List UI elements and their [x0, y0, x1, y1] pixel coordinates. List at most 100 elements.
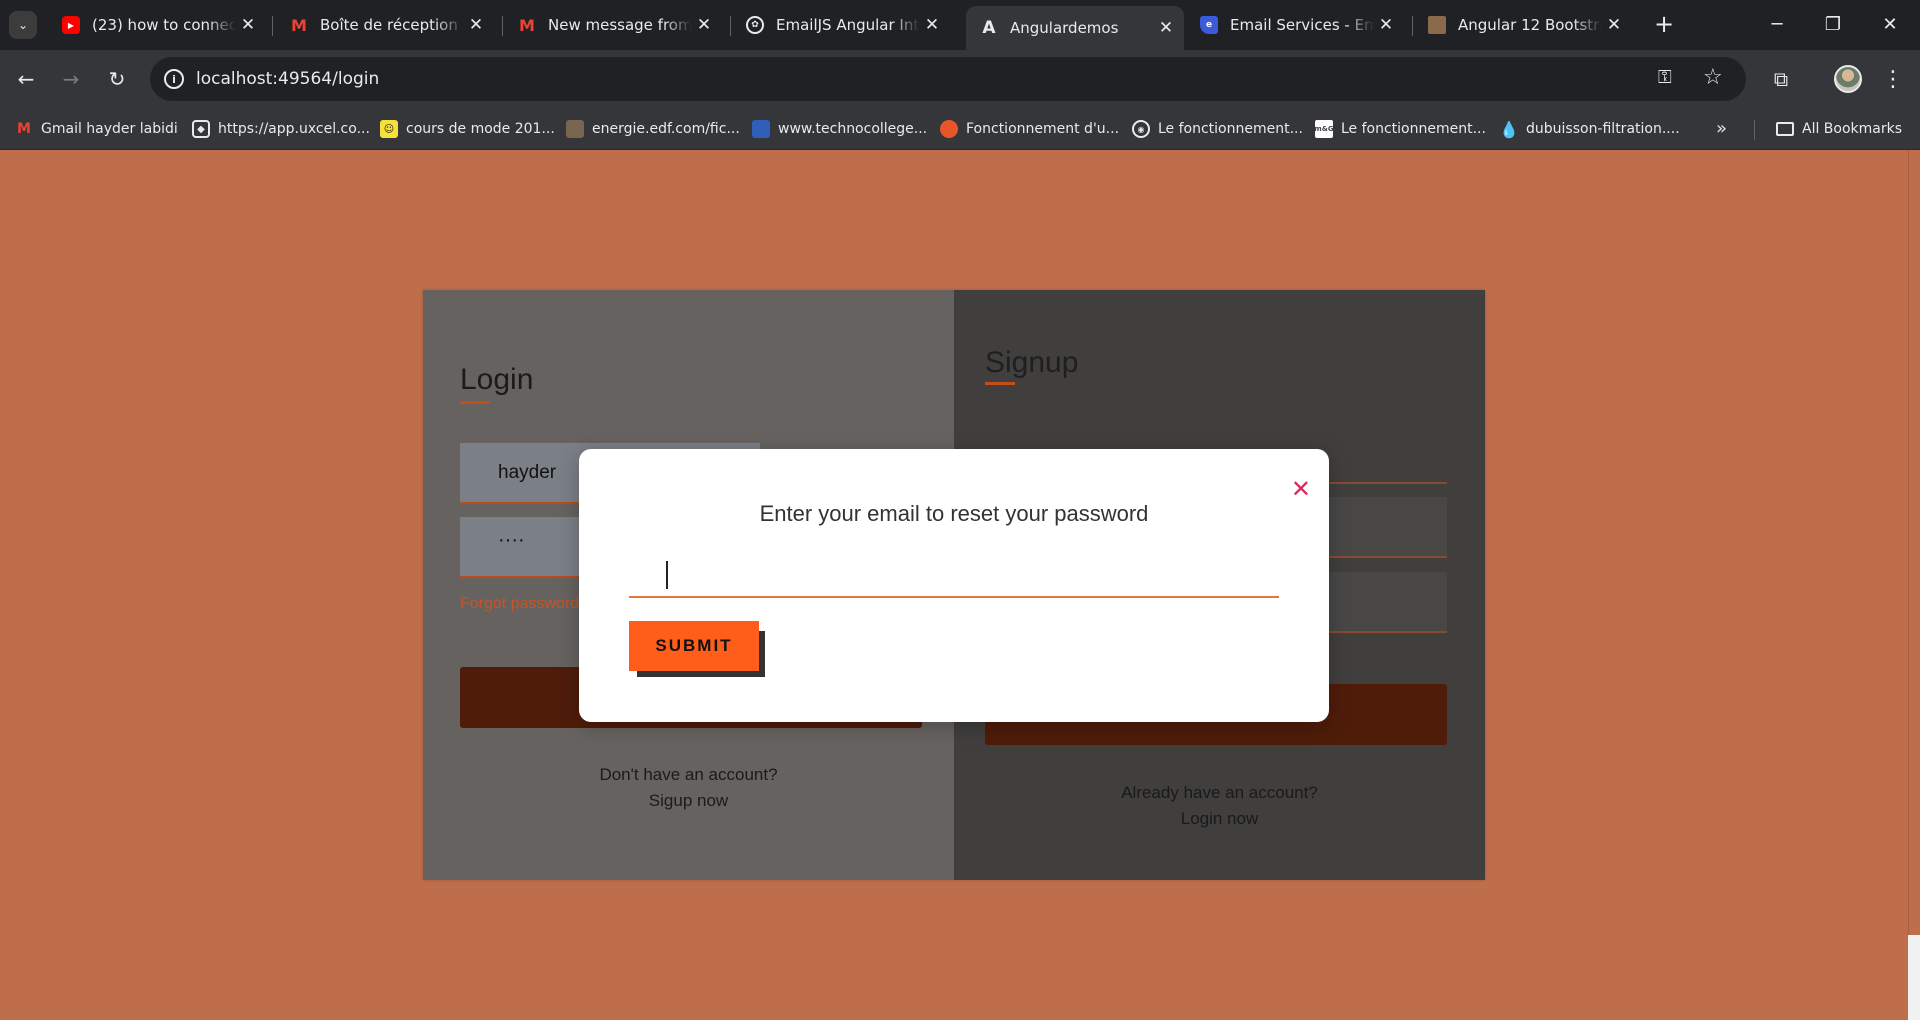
drop-icon: 💧	[1499, 119, 1519, 139]
login-now-link[interactable]: Login now	[954, 806, 1485, 832]
bookmark-star-icon[interactable]: ☆	[1703, 65, 1723, 90]
tab-strip: ⌄ ▶ (23) how to connect emailjs ✕ M Boît…	[0, 0, 1920, 50]
tab-divider	[272, 16, 273, 36]
signup-now-link[interactable]: Sigup now	[423, 788, 954, 814]
tab-gmail-new-message[interactable]: M New message from ✕	[504, 6, 722, 44]
modal-title: Enter your email to reset your password	[759, 501, 1149, 526]
gmail-icon: M	[291, 15, 307, 35]
reload-button[interactable]: ↻	[101, 63, 133, 95]
extensions-icon[interactable]: ⧉	[1765, 63, 1797, 95]
close-icon[interactable]: ✕	[920, 15, 944, 35]
have-account-text: Already have an account?	[1121, 783, 1318, 802]
tab-divider	[1412, 16, 1413, 36]
login-heading-underline	[460, 401, 490, 404]
site-info-icon[interactable]: i	[164, 69, 184, 89]
back-button[interactable]: ←	[10, 63, 42, 95]
image-icon	[566, 120, 584, 138]
bookmark-item[interactable]: www.technocollege...	[752, 119, 927, 139]
restore-button[interactable]: ❐	[1813, 8, 1853, 40]
bookmark-item[interactable]: Fonctionnement d'u...	[940, 119, 1119, 139]
bookmark-label: Le fonctionnement...	[1158, 121, 1303, 137]
tab-email-services[interactable]: e Email Services - EmailJS ✕	[1186, 6, 1404, 44]
reset-email-input[interactable]	[629, 550, 1279, 598]
bookmark-label: cours de mode 201...	[406, 121, 555, 137]
hexagon-icon	[940, 120, 958, 138]
signup-heading: Signup	[985, 346, 1079, 379]
bookmark-label: Gmail hayder labidi	[41, 121, 178, 137]
reset-password-modal: ✕ Enter your email to reset your passwor…	[579, 449, 1329, 722]
tab-title: New message from	[548, 16, 692, 34]
bookmark-label: energie.edf.com/fic...	[592, 121, 740, 137]
toolbar: ← → ↻ i localhost:49564/login ⚿ ☆ ⧉ ⋮	[0, 50, 1920, 108]
close-window-button[interactable]: ✕	[1870, 8, 1910, 40]
forgot-password-link[interactable]: Forgot password?	[460, 595, 588, 613]
close-icon[interactable]: ✕	[692, 15, 716, 35]
more-bookmarks-icon[interactable]: »	[1716, 118, 1727, 139]
new-tab-button[interactable]: +	[1650, 10, 1678, 38]
scrollbar[interactable]	[1908, 150, 1920, 935]
folder-icon	[1776, 122, 1794, 136]
no-account-text: Don't have an account?	[599, 765, 778, 784]
forward-button[interactable]: →	[55, 63, 87, 95]
bookmark-item[interactable]: 💧 dubuisson-filtration....	[1499, 119, 1680, 139]
login-footer: Don't have an account? Sigup now	[423, 762, 954, 814]
bookmark-item[interactable]: M Gmail hayder labidi	[15, 119, 178, 139]
address-bar[interactable]: i localhost:49564/login ⚿ ☆	[150, 57, 1746, 101]
cube-icon: ◆	[192, 120, 210, 138]
bookmark-label: dubuisson-filtration....	[1526, 121, 1680, 137]
menu-icon[interactable]: ⋮	[1877, 63, 1909, 95]
all-bookmarks-button[interactable]: All Bookmarks	[1776, 119, 1902, 139]
login-heading: Login	[460, 363, 534, 396]
bookmark-label: www.technocollege...	[778, 121, 928, 137]
bookmark-item[interactable]: ☺ cours de mode 201...	[380, 119, 555, 139]
bookmark-item[interactable]: ◆ https://app.uxcel.co...	[192, 119, 370, 139]
tab-title: (23) how to connect emailjs	[92, 16, 236, 34]
tab-angulardemos[interactable]: A Angulardemos ✕	[966, 6, 1184, 50]
tab-title: Email Services - EmailJS	[1230, 16, 1374, 34]
site-icon	[752, 120, 770, 138]
tab-youtube[interactable]: ▶ (23) how to connect emailjs ✕	[48, 6, 266, 44]
tab-title: EmailJS Angular Integration	[776, 16, 920, 34]
emailjs-icon: e	[1200, 16, 1218, 34]
close-icon[interactable]: ✕	[236, 15, 260, 35]
angular-icon: A	[982, 18, 996, 38]
bookmark-item[interactable]: ◉ Le fonctionnement...	[1132, 119, 1303, 139]
bookmark-item[interactable]: m&G Le fonctionnement...	[1314, 119, 1486, 139]
signup-heading-underline	[985, 382, 1015, 385]
tab-divider	[502, 16, 503, 36]
tab-divider	[730, 16, 731, 36]
gmail-icon: M	[17, 121, 31, 137]
tab-title: Angulardemos	[1010, 19, 1119, 37]
openai-icon: ✿	[746, 16, 764, 34]
tab-gmail-inbox[interactable]: M Boîte de réception (1) ✕	[276, 6, 494, 44]
youtube-icon: ▶	[62, 16, 80, 34]
smiley-icon: ☺	[380, 120, 398, 138]
close-icon[interactable]: ✕	[1154, 18, 1178, 38]
bookmarks-divider	[1754, 120, 1755, 140]
submit-button[interactable]: SUBMIT	[629, 621, 759, 671]
close-icon[interactable]: ✕	[1602, 15, 1626, 35]
bookmark-label: Le fonctionnement...	[1341, 121, 1486, 137]
mag-icon: m&G	[1314, 120, 1334, 138]
password-key-icon[interactable]: ⚿	[1658, 67, 1672, 88]
tab-emailjs-angular[interactable]: ✿ EmailJS Angular Integration ✕	[732, 6, 950, 44]
gmail-icon: M	[519, 15, 535, 35]
bookmark-item[interactable]: energie.edf.com/fic...	[566, 119, 740, 139]
all-bookmarks-label: All Bookmarks	[1802, 121, 1903, 137]
tab-angular-bootstrap[interactable]: Angular 12 Bootstrap ✕	[1414, 6, 1632, 44]
scrollbar-track[interactable]	[1908, 935, 1920, 1020]
close-icon[interactable]: ✕	[464, 15, 488, 35]
close-icon[interactable]: ✕	[1374, 15, 1398, 35]
url-text[interactable]: localhost:49564/login	[196, 69, 379, 89]
image-icon	[1428, 16, 1446, 34]
signup-footer: Already have an account? Login now	[954, 780, 1485, 832]
bookmarks-bar: M Gmail hayder labidi ◆ https://app.uxce…	[0, 108, 1920, 150]
avatar[interactable]	[1834, 65, 1862, 93]
bookmark-label: https://app.uxcel.co...	[218, 121, 370, 137]
tab-title: Angular 12 Bootstrap	[1458, 16, 1602, 34]
signal-icon: ◉	[1132, 120, 1150, 138]
minimize-button[interactable]: ─	[1757, 8, 1797, 40]
close-icon[interactable]: ✕	[1291, 477, 1311, 501]
tab-search-button[interactable]: ⌄	[9, 11, 37, 39]
text-caret	[666, 561, 668, 589]
